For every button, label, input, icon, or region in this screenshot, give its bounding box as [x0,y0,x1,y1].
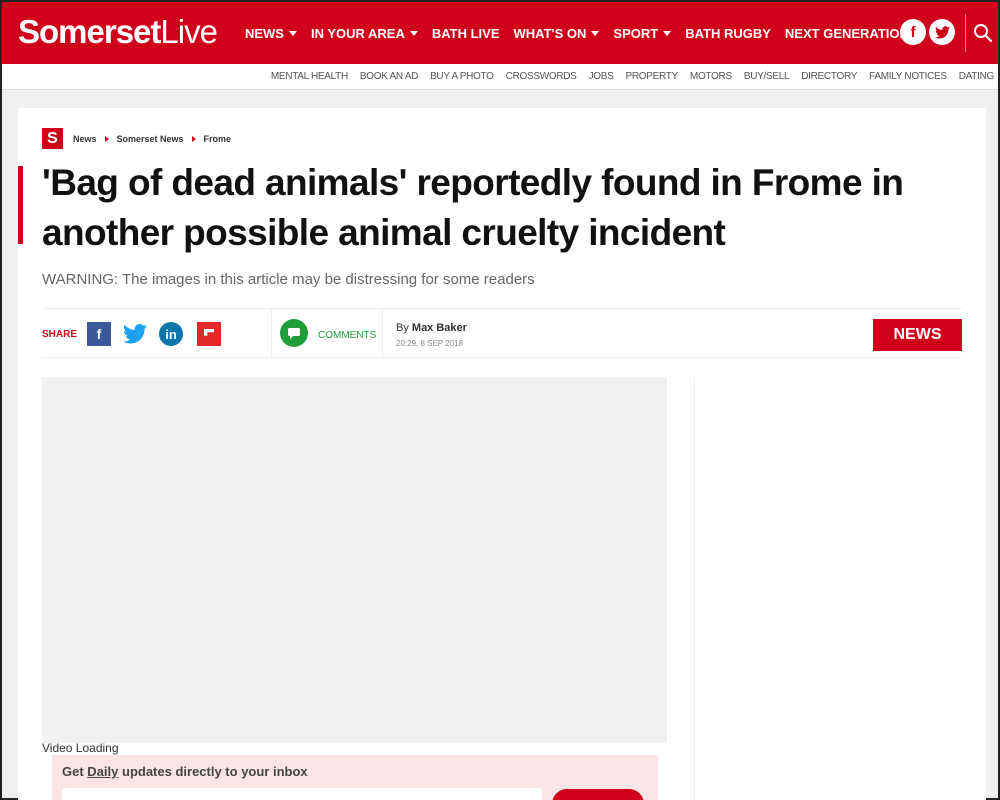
nav-label: WHAT'S ON [513,25,587,41]
secondary-nav: MENTAL HEALTH BOOK AN AD BUY A PHOTO CRO… [2,64,998,90]
newsletter-frequency-select[interactable]: Daily [87,764,118,779]
breadcrumb-item-news[interactable]: News [73,134,97,144]
chevron-down-icon [288,30,297,36]
chevron-down-icon [591,30,600,36]
subnav-item-dating[interactable]: DATING [959,71,995,82]
subnav-item-crosswords[interactable]: CROSSWORDS [506,71,577,82]
nav-label: NEWS [244,25,284,41]
article-headline: 'Bag of dead animals' reportedly found i… [42,162,904,253]
video-player[interactable] [42,377,667,743]
subnav-item-jobs[interactable]: JOBS [589,71,614,82]
nav-label: IN YOUR AREA [310,25,405,41]
breadcrumb: S News Somerset News Frome [42,128,231,149]
subnav-item-motors[interactable]: MOTORS [690,71,732,82]
nav-item-whats-on[interactable]: WHAT'S ON [514,26,600,41]
comments-icon[interactable] [280,319,308,347]
section-logo-icon[interactable]: S [42,128,63,149]
breadcrumb-item-frome[interactable]: Frome [204,134,232,144]
newsletter-signup: Get Daily updates directly to your inbox [52,755,658,800]
nav-label: BATH RUGBY [685,25,771,41]
subnav-item-property[interactable]: PROPERTY [625,71,678,82]
nav-item-news[interactable]: NEWS [245,26,297,41]
subnav-item-buy-sell[interactable]: BUY/SELL [744,71,790,82]
subscribe-button[interactable] [552,789,644,800]
newsletter-heading: Get Daily updates directly to your inbox [62,764,308,779]
twitter-icon[interactable] [929,19,955,45]
site-logo[interactable]: SomersetLive [18,13,218,51]
header-divider [965,14,966,52]
comments-link[interactable]: COMMENTS [318,330,376,341]
article-warning: WARNING: The images in this article may … [42,271,535,288]
search-icon[interactable] [972,22,994,44]
video-loading-text: Video Loading [42,741,119,755]
newsletter-prefix: Get [62,764,84,779]
chevron-down-icon [409,30,418,36]
byline: By Max Baker [396,322,467,334]
nav-label: SPORT [613,25,659,41]
article-meta-bar: SHARE f in COMMENTS By Max Baker 20:29, … [42,308,962,358]
newsletter-suffix: updates directly to your inbox [122,764,308,779]
social-links: f [900,19,958,45]
article-card: S News Somerset News Frome 'Bag of dead … [18,108,986,800]
chevron-right-icon [191,135,196,142]
main-nav: NEWS IN YOUR AREA BATH LIVE WHAT'S ON SP… [245,2,923,64]
facebook-share-icon[interactable]: f [87,322,111,346]
author-name[interactable]: Max Baker [412,322,467,334]
subnav-item-book-an-ad[interactable]: BOOK AN AD [360,71,418,82]
facebook-icon[interactable]: f [900,19,926,45]
nav-item-in-your-area[interactable]: IN YOUR AREA [311,26,418,41]
share-label: SHARE [42,329,78,340]
site-header: SomersetLive NEWS IN YOUR AREA BATH LIVE… [2,2,998,64]
nav-label: NEXT GENERATION [784,25,909,41]
flipboard-share-icon[interactable] [197,322,221,346]
nav-item-next-generation[interactable]: NEXT GENERATION [785,26,909,41]
subnav-item-family-notices[interactable]: FAMILY NOTICES [869,71,947,82]
chevron-down-icon [663,30,672,36]
publish-date: 20:29, 8 SEP 2018 [396,339,464,348]
twitter-share-icon[interactable] [123,322,147,346]
nav-item-bath-live[interactable]: BATH LIVE [432,26,500,41]
subnav-item-buy-a-photo[interactable]: BUY A PHOTO [430,71,494,82]
meta-divider [271,309,272,357]
meta-divider [382,309,383,357]
linkedin-share-icon[interactable]: in [159,322,183,346]
nav-label: BATH LIVE [431,25,500,41]
section-badge[interactable]: NEWS [873,319,962,351]
headline-accent-bar [18,166,23,244]
nav-item-bath-rugby[interactable]: BATH RUGBY [685,26,771,41]
chevron-right-icon [104,135,109,142]
logo-light-text: Live [160,13,218,50]
logo-bold-text: Somerset [18,13,161,50]
subnav-item-directory[interactable]: DIRECTORY [801,71,857,82]
byline-prefix: By [396,322,409,334]
breadcrumb-item-somerset-news[interactable]: Somerset News [117,134,184,144]
sidebar-divider [694,377,695,800]
email-field[interactable] [62,788,542,800]
nav-item-sport[interactable]: SPORT [613,25,672,41]
subnav-item-mental-health[interactable]: MENTAL HEALTH [271,71,348,82]
